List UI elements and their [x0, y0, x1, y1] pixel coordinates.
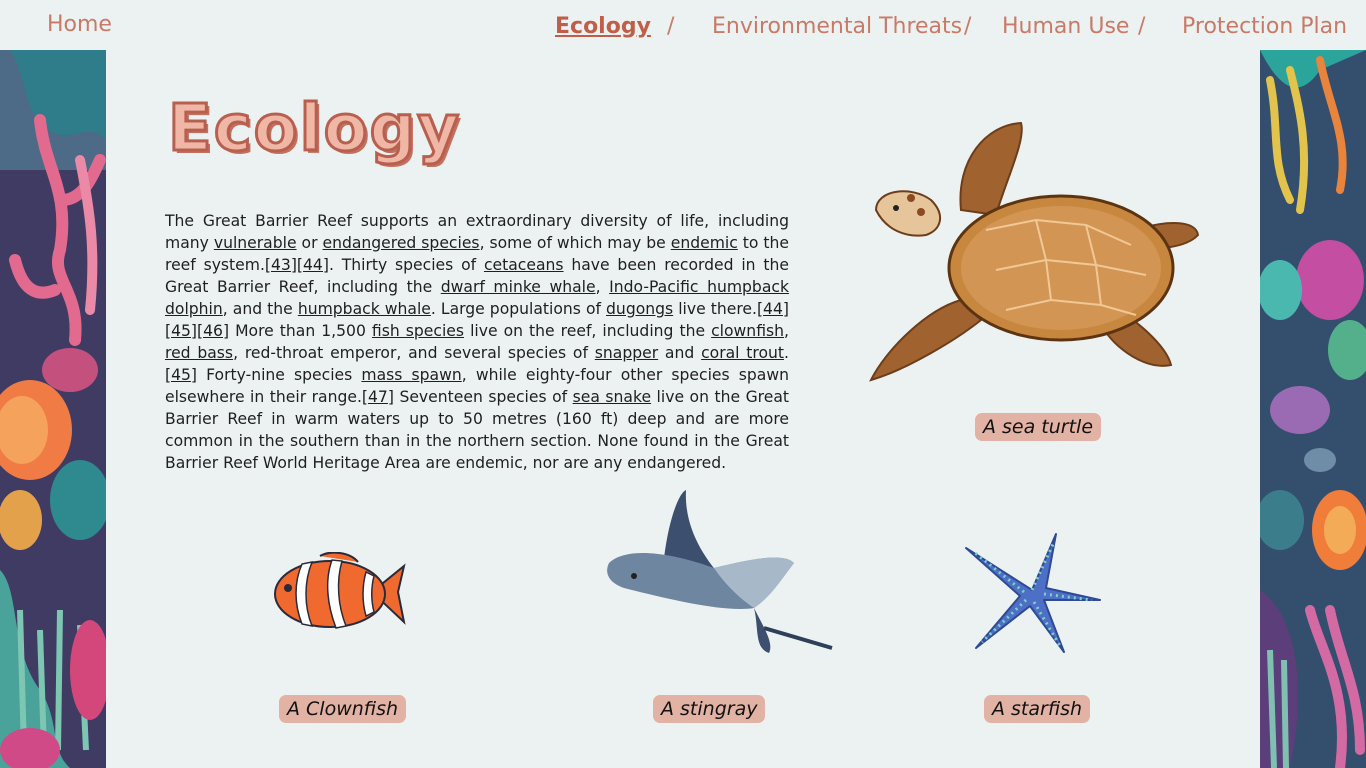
starfish-image: [965, 533, 1101, 653]
nav-separator: /: [1138, 14, 1146, 39]
main-content: Ecology The Great Barrier Reef supports …: [106, 50, 1260, 766]
citation-link[interactable]: [43]: [265, 256, 297, 274]
paragraph-text: ,: [595, 278, 610, 296]
nav-ecology-link[interactable]: Ecology: [555, 14, 651, 39]
link-mass-spawn[interactable]: mass spawn: [361, 366, 461, 384]
citation-link[interactable]: [44]: [757, 300, 789, 318]
citation-link[interactable]: [44]: [297, 256, 329, 274]
nav-human-use-link[interactable]: Human Use: [1002, 14, 1129, 39]
link-fish-species[interactable]: fish species: [372, 322, 464, 340]
nav-separator: /: [964, 14, 972, 39]
nav-environmental-threats-link[interactable]: Environmental Threats: [712, 14, 962, 39]
link-cetaceans[interactable]: cetaceans: [484, 256, 564, 274]
coral-side-image-left: [0, 50, 106, 768]
paragraph-text: . Large populations of: [430, 300, 607, 318]
link-vulnerable[interactable]: vulnerable: [214, 234, 297, 252]
paragraph-text: ,: [784, 322, 789, 340]
top-nav: Home Ecology / Environmental Threats / H…: [0, 0, 1366, 50]
paragraph-text: and: [658, 344, 702, 362]
paragraph-text: . Thirty species of: [328, 256, 484, 274]
link-sea-snake[interactable]: sea snake: [573, 388, 651, 406]
link-endemic[interactable]: endemic: [671, 234, 738, 252]
paragraph-text: , and the: [222, 300, 298, 318]
citation-link[interactable]: [46]: [197, 322, 229, 340]
paragraph-text: , some of which may be: [479, 234, 671, 252]
caption-clownfish: A Clownfish: [279, 695, 407, 723]
page-title: Ecology: [166, 91, 462, 168]
clownfish-image: [274, 552, 406, 629]
stingray-image: [607, 490, 833, 653]
ecology-paragraph: The Great Barrier Reef supports an extra…: [165, 210, 789, 474]
citation-link[interactable]: [45]: [165, 322, 197, 340]
paragraph-text: .: [784, 344, 789, 362]
caption-starfish: A starfish: [984, 695, 1091, 723]
paragraph-text: Seventeen species of: [393, 388, 573, 406]
link-dwarf-minke-whale[interactable]: dwarf minke whale: [441, 278, 596, 296]
paragraph-text: live there.: [673, 300, 757, 318]
link-humpback-whale[interactable]: humpback whale: [298, 300, 431, 318]
citation-link[interactable]: [45]: [165, 366, 197, 384]
sea-turtle-image: [869, 121, 1200, 382]
citation-link[interactable]: [47]: [362, 388, 394, 406]
paragraph-text: Forty-nine species: [197, 366, 362, 384]
home-link[interactable]: Home: [47, 12, 112, 37]
caption-sea-turtle: A sea turtle: [975, 413, 1102, 441]
link-snapper[interactable]: snapper: [595, 344, 658, 362]
paragraph-text: More than 1,500: [229, 322, 372, 340]
caption-stingray: A stingray: [653, 695, 766, 723]
nav-protection-plan-link[interactable]: Protection Plan: [1182, 14, 1347, 39]
link-endangered-species[interactable]: endangered species: [322, 234, 479, 252]
paragraph-text: live on the reef, including the: [464, 322, 712, 340]
link-clownfish[interactable]: clownfish: [711, 322, 784, 340]
paragraph-text: , red-throat emperor, and several specie…: [233, 344, 595, 362]
paragraph-text: or: [296, 234, 323, 252]
link-red-bass[interactable]: red bass: [165, 344, 233, 362]
link-dugongs[interactable]: dugongs: [606, 300, 673, 318]
nav-separator: /: [667, 14, 675, 39]
link-coral-trout[interactable]: coral trout: [701, 344, 784, 362]
coral-side-image-right: [1260, 50, 1366, 768]
